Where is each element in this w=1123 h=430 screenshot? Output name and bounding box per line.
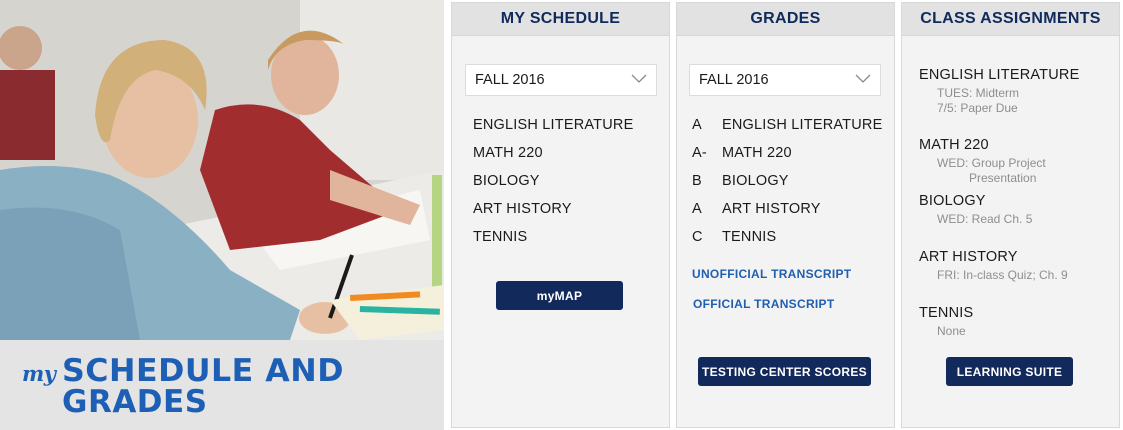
grade-course: ART HISTORY [722, 201, 821, 217]
assignment-detail: None [937, 324, 966, 338]
assignment-details: WED: Read Ch. 5 [937, 212, 1114, 227]
schedule-course: ENGLISH LITERATURE [473, 117, 634, 133]
schedule-term-value: FALL 2016 [475, 72, 545, 88]
schedule-course-list: ENGLISH LITERATURE MATH 220 BIOLOGY ART … [473, 117, 633, 257]
assignment-detail: Presentation [969, 171, 1037, 185]
assignment-item: MATH 220 WED: Group Project Presentation [919, 137, 1114, 186]
schedule-course: MATH 220 [473, 145, 543, 161]
assignment-item: ENGLISH LITERATURE TUES: Midterm 7/5: Pa… [919, 67, 1114, 116]
grades-term-select[interactable]: FALL 2016 [689, 64, 881, 96]
grade-letter: C [692, 229, 703, 245]
assignment-detail: WED: Group Project [937, 156, 1046, 170]
assignment-item: BIOLOGY WED: Read Ch. 5 [919, 193, 1114, 227]
assignments-heading: CLASS ASSIGNMENTS [902, 3, 1119, 36]
assignment-course: BIOLOGY [919, 193, 986, 209]
grade-letter: A [692, 117, 702, 133]
grades-term-value: FALL 2016 [699, 72, 769, 88]
assignment-item: TENNIS None [919, 305, 1114, 339]
assignment-details: TUES: Midterm 7/5: Paper Due [937, 86, 1114, 116]
assignment-detail: 7/5: Paper Due [937, 101, 1018, 115]
hero-title-line2: GRADES [62, 384, 208, 420]
grade-row: A- MATH 220 [692, 145, 882, 173]
grade-row: A ART HISTORY [692, 201, 882, 229]
grade-letter: A- [692, 145, 707, 161]
learning-suite-button[interactable]: LEARNING SUITE [946, 357, 1073, 386]
schedule-course: BIOLOGY [473, 173, 540, 189]
assignment-details: FRI: In-class Quiz; Ch. 9 [937, 268, 1114, 283]
schedule-course: ART HISTORY [473, 201, 572, 217]
chevron-down-icon [631, 74, 647, 83]
hero-banner: my SCHEDULE AND GRADES [0, 0, 444, 430]
assignments-panel: CLASS ASSIGNMENTS ENGLISH LITERATURE TUE… [901, 2, 1120, 428]
assignment-item: ART HISTORY FRI: In-class Quiz; Ch. 9 [919, 249, 1114, 283]
testing-center-scores-button[interactable]: TESTING CENTER SCORES [698, 357, 871, 386]
grades-panel: GRADES FALL 2016 A ENGLISH LITERATURE A-… [676, 2, 895, 428]
assignment-course: ART HISTORY [919, 249, 1018, 265]
hero-title-prefix: my [22, 361, 56, 386]
grades-list: A ENGLISH LITERATURE A- MATH 220 B BIOLO… [692, 117, 882, 257]
mymap-button[interactable]: myMAP [496, 281, 623, 310]
unofficial-transcript-link[interactable]: UNOFFICIAL TRANSCRIPT [692, 267, 851, 281]
schedule-course: TENNIS [473, 229, 528, 245]
hero-photo [0, 0, 444, 340]
official-transcript-link[interactable]: OFFICIAL TRANSCRIPT [693, 297, 834, 311]
schedule-heading: MY SCHEDULE [452, 3, 669, 36]
assignment-detail: WED: Read Ch. 5 [937, 212, 1033, 226]
grade-course: MATH 220 [722, 145, 792, 161]
assignment-course: ENGLISH LITERATURE [919, 67, 1080, 83]
grade-course: ENGLISH LITERATURE [722, 117, 883, 133]
grade-course: TENNIS [722, 229, 777, 245]
assignment-detail: TUES: Midterm [937, 86, 1020, 100]
grade-row: A ENGLISH LITERATURE [692, 117, 882, 145]
grade-letter: A [692, 201, 702, 217]
assignment-course: TENNIS [919, 305, 974, 321]
grades-heading: GRADES [677, 3, 894, 36]
assignment-details: WED: Group Project Presentation [937, 156, 1114, 186]
grade-row: C TENNIS [692, 229, 882, 257]
schedule-panel: MY SCHEDULE FALL 2016 ENGLISH LITERATURE… [451, 2, 670, 428]
schedule-term-select[interactable]: FALL 2016 [465, 64, 657, 96]
assignment-course: MATH 220 [919, 137, 989, 153]
grade-row: B BIOLOGY [692, 173, 882, 201]
assignment-details: None [937, 324, 1114, 339]
hero-title-line1: SCHEDULE AND [62, 353, 345, 389]
grade-course: BIOLOGY [722, 173, 789, 189]
assignment-detail: FRI: In-class Quiz; Ch. 9 [937, 268, 1068, 282]
chevron-down-icon [855, 74, 871, 83]
grade-letter: B [692, 173, 702, 189]
